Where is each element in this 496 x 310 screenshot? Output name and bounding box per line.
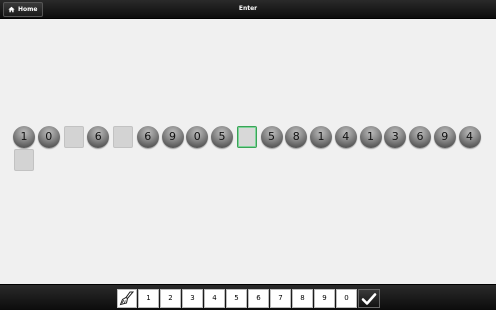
digit-ball: 9 — [433, 126, 456, 148]
key-4[interactable]: 4 — [204, 289, 225, 308]
digit-ball: 1 — [13, 126, 35, 148]
blank-slot-box — [236, 126, 257, 148]
broom-icon — [119, 291, 135, 306]
digit-ball: 4 — [458, 126, 481, 148]
digit-ball-value: 0 — [186, 126, 209, 148]
page-title: Enter — [238, 5, 258, 12]
digit-ball: 3 — [384, 126, 407, 148]
blank-slot[interactable] — [63, 126, 85, 148]
digit-ball: 6 — [87, 126, 110, 148]
blank-slot[interactable] — [13, 149, 35, 171]
digit-ball: 5 — [211, 126, 233, 148]
digit-ball: 1 — [359, 126, 382, 148]
key-7[interactable]: 7 — [270, 289, 291, 308]
blank-slot-box — [14, 149, 34, 171]
digit-ball-value: 5 — [211, 126, 233, 148]
digit-sequence: 1066905581413694 — [13, 126, 493, 171]
digit-ball: 4 — [334, 126, 357, 148]
key-1[interactable]: 1 — [138, 289, 159, 308]
digit-ball: 0 — [186, 126, 209, 148]
top-bar: Home Enter — [0, 0, 496, 19]
digit-ball-value: 6 — [87, 126, 110, 148]
digit-ball-value: 1 — [310, 126, 332, 148]
digit-ball-value: 4 — [334, 126, 357, 148]
digit-ball-value: 3 — [384, 126, 407, 148]
key-2[interactable]: 2 — [160, 289, 181, 308]
digit-ball-value: 9 — [433, 126, 456, 148]
digit-ball-value: 5 — [260, 126, 283, 148]
key-8[interactable]: 8 — [292, 289, 313, 308]
bottom-bar: 1234567890 — [0, 284, 496, 310]
clear-button[interactable] — [117, 289, 137, 308]
blank-slot-box — [113, 126, 133, 148]
digit-ball: 0 — [37, 126, 60, 148]
digit-ball-value: 6 — [136, 126, 159, 148]
digit-ball: 9 — [161, 126, 184, 148]
digit-ball-value: 6 — [409, 126, 431, 148]
number-keypad: 1234567890 — [117, 289, 381, 308]
digit-ball-value: 1 — [13, 126, 35, 148]
confirm-button[interactable] — [358, 289, 380, 308]
checkmark-icon — [361, 292, 377, 305]
key-3[interactable]: 3 — [182, 289, 203, 308]
digit-ball-value: 1 — [359, 126, 382, 148]
key-5[interactable]: 5 — [226, 289, 247, 308]
key-9[interactable]: 9 — [314, 289, 335, 308]
digit-ball: 6 — [409, 126, 431, 148]
digit-ball-value: 9 — [161, 126, 184, 148]
digit-ball: 1 — [310, 126, 332, 148]
active-blank-slot[interactable] — [236, 126, 258, 148]
digit-ball: 5 — [260, 126, 283, 148]
blank-slot[interactable] — [112, 126, 134, 148]
digit-ball: 8 — [285, 126, 308, 148]
blank-slot-box — [63, 126, 84, 148]
key-6[interactable]: 6 — [248, 289, 269, 308]
digit-ball-value: 8 — [285, 126, 308, 148]
digit-ball-value: 4 — [458, 126, 481, 148]
digit-ball: 6 — [136, 126, 159, 148]
key-0[interactable]: 0 — [336, 289, 357, 308]
digit-ball-value: 0 — [37, 126, 60, 148]
